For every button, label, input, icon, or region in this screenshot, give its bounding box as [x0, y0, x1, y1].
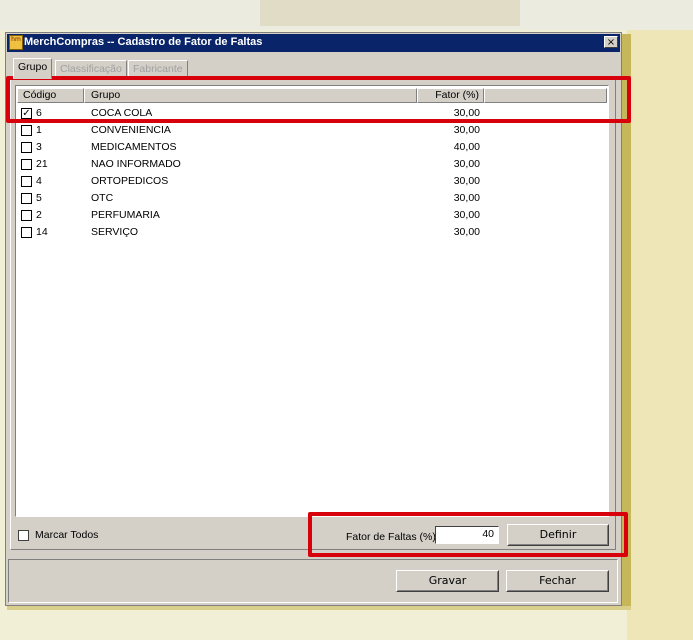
row-checkbox[interactable] [21, 227, 32, 238]
title-bar[interactable]: hm MerchCompras -- Cadastro de Fator de … [7, 34, 620, 52]
row-checkbox[interactable] [21, 193, 32, 204]
background-blur [260, 0, 520, 26]
cell-fator: 40,00 [453, 141, 480, 153]
table-row[interactable]: 21 NAO INFORMADO 30,00 [18, 156, 606, 173]
fechar-button-label: Fechar [539, 574, 576, 587]
window-shadow-bottom [7, 606, 631, 610]
gravar-button-label: Gravar [428, 574, 467, 587]
cell-grupo: CONVENIENCIA [91, 124, 171, 136]
close-button[interactable]: × [604, 36, 618, 48]
cell-fator: 30,00 [453, 226, 480, 238]
cell-codigo: 1 [36, 124, 42, 136]
cell-grupo: ORTOPEDICOS [91, 175, 169, 187]
background-right [627, 30, 693, 640]
marcar-todos-box[interactable] [18, 530, 29, 541]
fechar-button[interactable]: Fechar [506, 570, 609, 592]
row-checkbox[interactable] [21, 159, 32, 170]
cell-fator: 30,00 [453, 158, 480, 170]
table-row[interactable]: 4 ORTOPEDICOS 30,00 [18, 173, 606, 190]
window-title: MerchCompras -- Cadastro de Fator de Fal… [24, 36, 263, 48]
cell-fator: 30,00 [453, 192, 480, 204]
row-checkbox[interactable] [21, 125, 32, 136]
cell-grupo: OTC [91, 192, 114, 204]
highlight-fator-controls [308, 512, 628, 557]
table-row[interactable]: 3 MEDICAMENTOS 40,00 [18, 139, 606, 156]
row-checkbox[interactable] [21, 176, 32, 187]
table-row[interactable]: 5 OTC 30,00 [18, 190, 606, 207]
cell-codigo: 14 [36, 226, 48, 238]
highlight-first-row [6, 76, 631, 123]
table-row[interactable]: 1 CONVENIENCIA 30,00 [18, 122, 606, 139]
cell-fator: 30,00 [453, 175, 480, 187]
cell-grupo: MEDICAMENTOS [91, 141, 177, 153]
cell-grupo: SERVIÇO [91, 226, 139, 238]
table-row[interactable]: 2 PERFUMARIA 30,00 [18, 207, 606, 224]
cell-codigo: 2 [36, 209, 42, 221]
table-row[interactable]: 14 SERVIÇO 30,00 [18, 224, 606, 241]
cell-grupo: PERFUMARIA [91, 209, 160, 221]
cell-codigo: 21 [36, 158, 48, 170]
row-checkbox[interactable] [21, 142, 32, 153]
app-icon: hm [9, 35, 23, 50]
cell-codigo: 3 [36, 141, 42, 153]
grupos-grid: Código Grupo Fator (%) ✓ 6 COCA COLA 30,00 1… [15, 85, 609, 517]
cell-fator: 30,00 [453, 124, 480, 136]
cell-codigo: 5 [36, 192, 42, 204]
cell-grupo: NAO INFORMADO [91, 158, 181, 170]
cell-codigo: 4 [36, 175, 42, 187]
marcar-todos-label: Marcar Todos [35, 529, 99, 541]
cell-fator: 30,00 [453, 209, 480, 221]
tab-grupo[interactable]: Grupo [13, 58, 53, 79]
gravar-button[interactable]: Gravar [396, 570, 499, 592]
row-checkbox[interactable] [21, 210, 32, 221]
